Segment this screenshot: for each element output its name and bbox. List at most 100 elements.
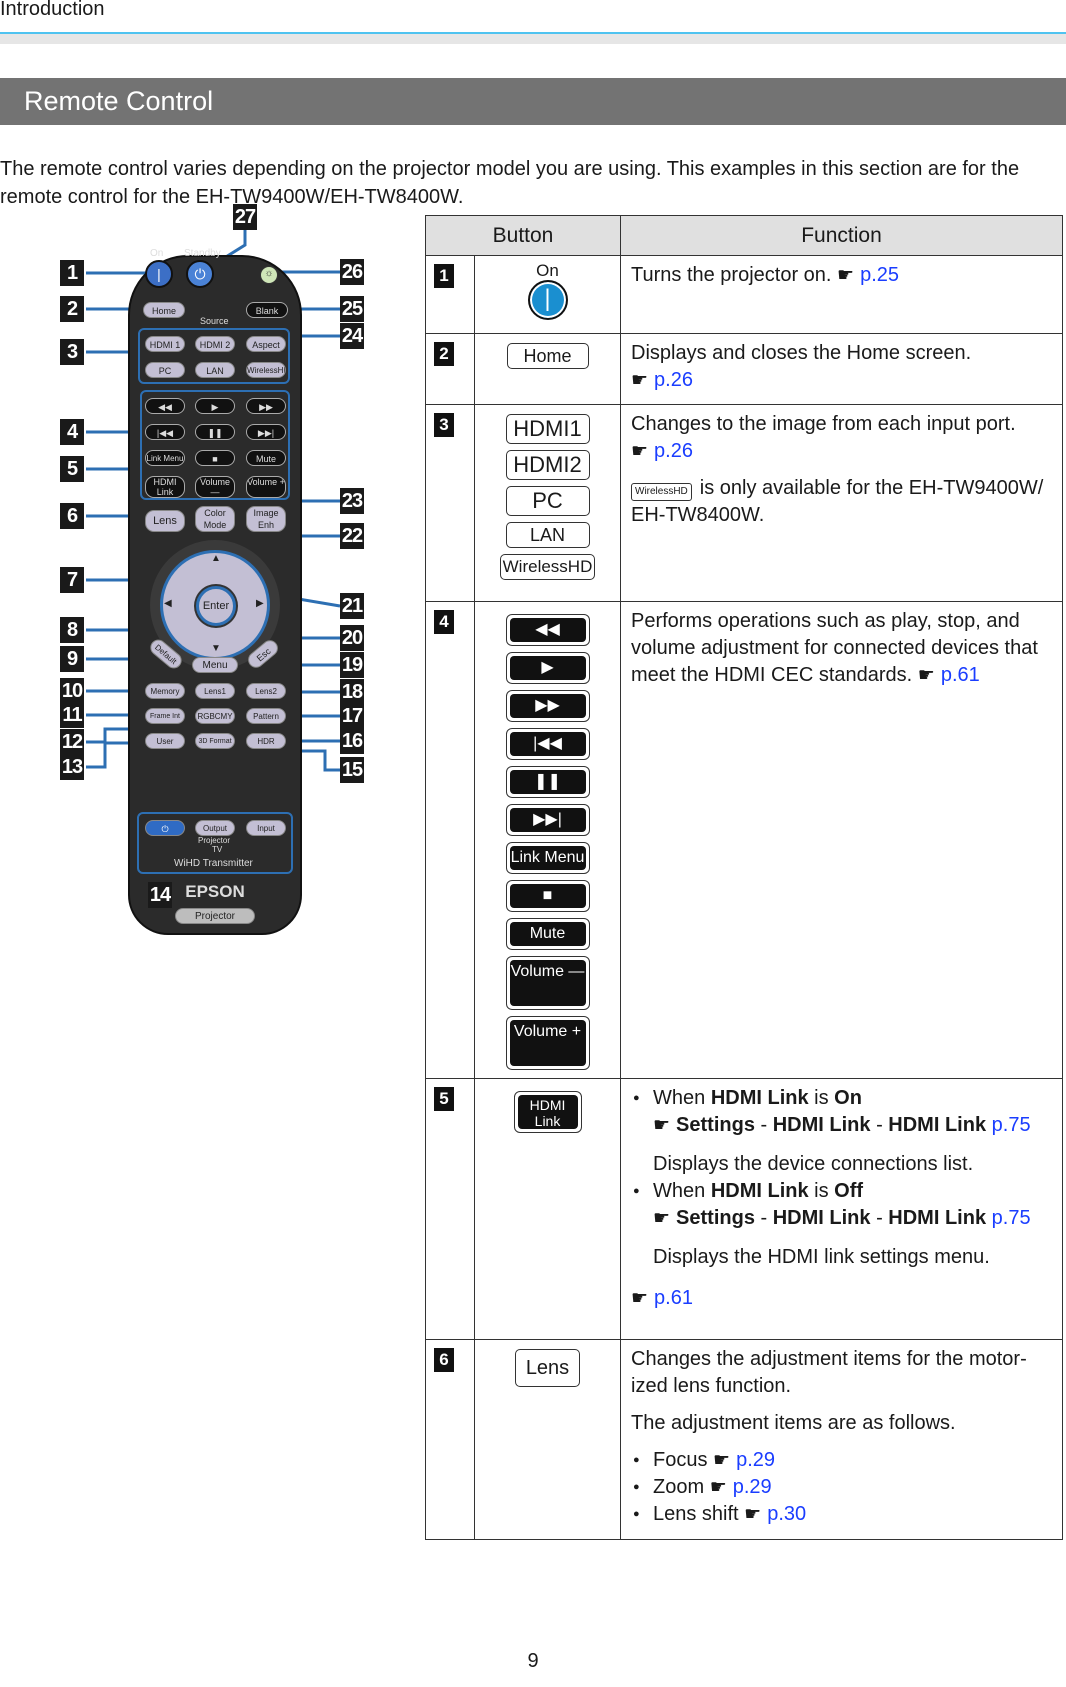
remote-lens-button[interactable]: Lens (145, 510, 185, 532)
remote-ff-button[interactable]: ▶▶ (246, 398, 286, 414)
on-label: On (150, 248, 164, 259)
remote-standby-button[interactable]: ⏻ (186, 260, 214, 288)
next-button-glyph: ▶▶| (505, 804, 590, 836)
page-link[interactable]: p.61 (941, 664, 980, 686)
remote-memory-button[interactable]: Memory (145, 683, 185, 699)
mute-button-glyph: Mute (505, 918, 590, 950)
remote-hdmi2-button[interactable]: HDMI 2 (195, 336, 235, 352)
hdmi1-button-glyph: HDMI1 (505, 414, 590, 444)
wihd-power-button[interactable]: ⏻ (145, 820, 185, 836)
callout-13: 13 (60, 754, 84, 780)
link-menu-button-glyph: Link Menu (505, 842, 590, 874)
section-title: Remote Control (24, 86, 214, 116)
pointer-icon: ☛ (917, 665, 935, 686)
page-link[interactable]: p.75 (992, 1114, 1031, 1136)
remote-mute-button[interactable]: Mute (246, 450, 286, 466)
standby-label: Standby (184, 248, 221, 259)
pointer-icon: ☛ (631, 1288, 649, 1309)
page-link[interactable]: p.26 (654, 369, 693, 391)
volume-up-button-glyph: Volume + (505, 1016, 590, 1070)
lens-item-focus: Focus ☛p.29 (631, 1447, 1054, 1474)
remote-wirelesshd-button[interactable]: WirelessHD (246, 362, 286, 378)
table-header-row: Button Function (425, 215, 1063, 256)
remote-lens2-button[interactable]: Lens2 (246, 683, 286, 699)
row-number: 3 (434, 413, 454, 437)
on-button-label: On (536, 261, 559, 280)
remote-blank-button[interactable]: Blank (246, 302, 288, 318)
arrow-left-icon[interactable]: ◀ (164, 598, 172, 609)
header-button: Button (425, 215, 621, 256)
row-description: Changes the adjustment items for the mot… (631, 1348, 1027, 1397)
remote-link-menu-button[interactable]: Link Menu (145, 450, 185, 466)
pointer-icon: ☛ (653, 1115, 671, 1136)
page-link[interactable]: p.25 (860, 264, 899, 286)
remote-pause-button[interactable]: ❚❚ (195, 424, 235, 440)
section-title-bar: Remote Control (0, 78, 1066, 125)
volume-down-button-glyph: Volume — (505, 956, 590, 1010)
remote-menu-button[interactable]: Menu (192, 657, 238, 673)
callout-18: 18 (340, 679, 364, 705)
remote-lens1-button[interactable]: Lens1 (195, 683, 235, 699)
remote-rewind-button[interactable]: ◀◀ (145, 398, 185, 414)
remote-frame-int-button[interactable]: Frame Int (145, 708, 185, 724)
row-number: 1 (434, 264, 454, 288)
illumination-button[interactable]: ☼ (260, 266, 278, 284)
table-row: 1 On | Turns the projector on. ☛ p.25 (425, 255, 1063, 334)
page-link[interactable]: p.29 (736, 1449, 775, 1471)
remote-illustration: On Standby | ⏻ ☼ Home Blank Source HDMI … (0, 204, 420, 990)
page-link[interactable]: p.75 (992, 1207, 1031, 1229)
callout-14: 14 (148, 882, 172, 908)
page-link[interactable]: p.29 (733, 1476, 772, 1498)
remote-pattern-button[interactable]: Pattern (246, 708, 286, 724)
remote-volume-down-button[interactable]: Volume — (195, 476, 235, 498)
page-link[interactable]: p.30 (767, 1503, 806, 1525)
hdmi-link-button-glyph: HDMI Link (513, 1091, 582, 1133)
row-number: 6 (434, 1348, 454, 1372)
remote-hdmi1-button[interactable]: HDMI 1 (145, 336, 185, 352)
arrow-up-icon[interactable]: ▲ (211, 553, 221, 564)
remote-play-button[interactable]: ▶ (195, 398, 235, 414)
row-number: 2 (434, 342, 454, 366)
arrow-down-icon[interactable]: ▼ (211, 643, 221, 654)
row-description: Turns the projector on. (631, 264, 832, 286)
row-description: Displays and closes the Home screen. (631, 342, 972, 364)
remote-prev-button[interactable]: |◀◀ (145, 424, 185, 440)
callout-6: 6 (60, 503, 84, 529)
remote-lan-button[interactable]: LAN (195, 362, 235, 378)
callout-9: 9 (60, 646, 84, 672)
callout-7: 7 (60, 567, 84, 593)
remote-color-mode-button[interactable]: Color Mode (195, 506, 235, 532)
pointer-icon: ☛ (744, 1504, 762, 1525)
arrow-right-icon[interactable]: ▶ (256, 598, 264, 609)
home-button-glyph: Home (506, 343, 589, 369)
callout-8: 8 (60, 617, 84, 643)
remote-rgbcmy-button[interactable]: RGBCMY (195, 708, 235, 724)
page-link[interactable]: p.61 (654, 1287, 693, 1309)
remote-3d-format-button[interactable]: 3D Format (195, 733, 235, 749)
remote-output-button[interactable]: Output (195, 820, 235, 836)
lens-button-glyph: Lens (514, 1349, 581, 1387)
callout-3: 3 (60, 339, 84, 365)
remote-home-button[interactable]: Home (143, 302, 185, 318)
remote-user-button[interactable]: User (145, 733, 185, 749)
callout-10: 10 (60, 678, 84, 704)
button-function-table: Button Function 1 On | Turns the project… (425, 215, 1063, 1540)
remote-hdr-button[interactable]: HDR (246, 733, 286, 749)
callout-4: 4 (60, 419, 84, 445)
remote-hdmi-link-button[interactable]: HDMI Link (145, 476, 185, 498)
table-row: 5 HDMI Link When HDMI Link is On ☛Settin… (425, 1078, 1063, 1340)
remote-image-enh-button[interactable]: Image Enh (246, 506, 286, 532)
page-link[interactable]: p.26 (654, 440, 693, 462)
projector-tv-label-top: Projector (198, 836, 231, 845)
remote-aspect-button[interactable]: Aspect (246, 336, 286, 352)
remote-enter-button[interactable]: Enter (196, 586, 236, 626)
remote-input-button[interactable]: Input (246, 820, 286, 836)
table-row: 2 Home Displays and closes the Home scre… (425, 333, 1063, 405)
row-description: Changes to the image from each input por… (631, 413, 1016, 435)
remote-pc-button[interactable]: PC (145, 362, 185, 378)
remote-volume-up-button[interactable]: Volume + (246, 476, 286, 498)
wirelesshd-button-glyph: WirelessHD (499, 554, 596, 580)
remote-on-button[interactable]: | (145, 260, 173, 288)
remote-next-button[interactable]: ▶▶| (246, 424, 286, 440)
remote-stop-button[interactable]: ■ (195, 450, 235, 466)
